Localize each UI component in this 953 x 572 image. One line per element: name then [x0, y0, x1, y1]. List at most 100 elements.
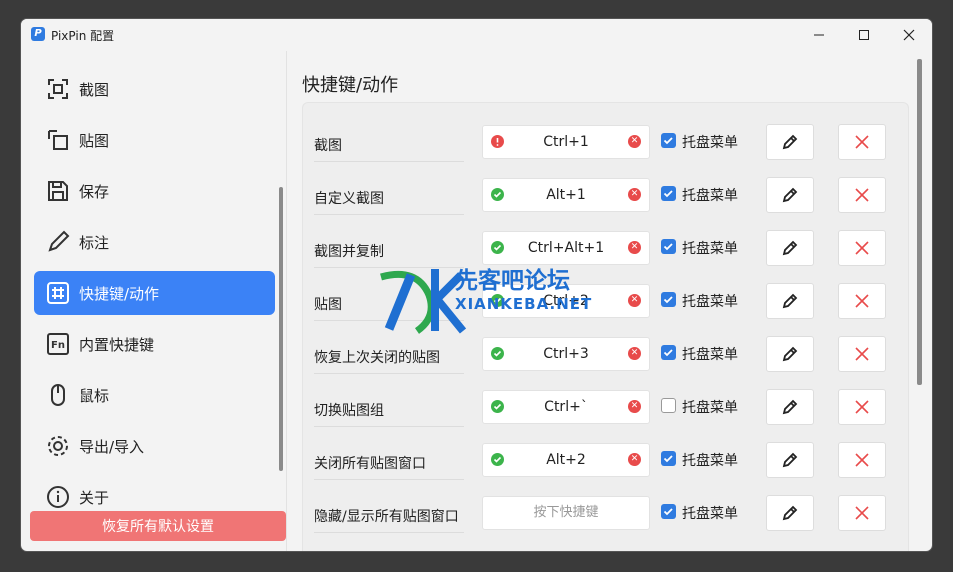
edit-action-button[interactable]: [766, 177, 814, 213]
tray-menu-checkbox[interactable]: [661, 186, 676, 201]
hotkey-row: 关闭所有贴图窗口 Alt+2 ✕ 托盘菜单: [302, 441, 902, 494]
pencil-icon: [782, 346, 798, 362]
hotkey-row: 自定义截图 Alt+1 ✕ 托盘菜单: [302, 176, 902, 229]
delete-action-button[interactable]: [838, 124, 886, 160]
sidebar-scrollbar[interactable]: [279, 187, 283, 471]
pencil-icon: [782, 399, 798, 415]
row-underline: [314, 479, 464, 480]
fn-icon: Fn: [45, 331, 71, 357]
hotkey-input[interactable]: 按下快捷键: [482, 496, 650, 530]
edit-action-button[interactable]: [766, 336, 814, 372]
settings-window: P PixPin 配置 截图 贴图 保存 标注 快捷键/动作 Fn 内置快捷键 …: [21, 19, 932, 551]
checkmark-icon: [663, 455, 673, 463]
edit-action-button[interactable]: [766, 230, 814, 266]
tray-menu-checkbox[interactable]: [661, 451, 676, 466]
row-underline: [314, 373, 464, 374]
edit-action-button[interactable]: [766, 495, 814, 531]
tray-menu-label: 托盘菜单: [682, 294, 738, 310]
close-icon: [903, 29, 915, 41]
sidebar-item-label: 快捷键/动作: [79, 284, 160, 303]
delete-action-button[interactable]: [838, 389, 886, 425]
sidebar-item-label: 截图: [79, 80, 110, 99]
sidebar-item-pin[interactable]: 贴图: [34, 118, 275, 162]
sidebar-item-save[interactable]: 保存: [34, 169, 275, 213]
tray-menu-label: 托盘菜单: [682, 188, 738, 204]
delete-action-button[interactable]: [838, 442, 886, 478]
tray-menu-checkbox[interactable]: [661, 292, 676, 307]
hotkey-value: Ctrl+1: [543, 134, 589, 150]
hotkey-input[interactable]: Ctrl+3 ✕: [482, 337, 650, 371]
watermark-url: XIANKEBA.NET: [455, 295, 593, 313]
row-underline: [314, 161, 464, 162]
hotkey-input[interactable]: Alt+1 ✕: [482, 178, 650, 212]
hotkey-input[interactable]: Ctrl+1 ✕: [482, 125, 650, 159]
sidebar-item-screenshot[interactable]: 截图: [34, 67, 275, 111]
sidebar-item-label: 鼠标: [79, 386, 110, 405]
edit-action-button[interactable]: [766, 124, 814, 160]
delete-action-button[interactable]: [838, 283, 886, 319]
hotkey-value: Ctrl+`: [544, 399, 588, 415]
hotkey-action-label: 关闭所有贴图窗口: [314, 456, 426, 472]
delete-action-button[interactable]: [838, 177, 886, 213]
hotkey-input[interactable]: Ctrl+` ✕: [482, 390, 650, 424]
tray-menu-label: 托盘菜单: [682, 347, 738, 363]
page-title: 快捷键/动作: [302, 75, 399, 96]
info-icon: [45, 484, 71, 510]
hotkey-input[interactable]: Alt+2 ✕: [482, 443, 650, 477]
minimize-icon: [814, 34, 824, 36]
window-title: PixPin 配置: [51, 29, 115, 43]
svg-text:Fn: Fn: [51, 340, 65, 351]
hotkey-row: 隐藏/显示所有贴图窗口 按下快捷键 托盘菜单: [302, 494, 902, 547]
sidebar-item-mouse[interactable]: 鼠标: [34, 373, 275, 417]
save-icon: [45, 178, 71, 204]
hotkey-action-label: 自定义截图: [314, 191, 384, 207]
hotkey-placeholder: 按下快捷键: [533, 505, 599, 520]
pin-icon: [45, 127, 71, 153]
clear-hotkey-icon[interactable]: ✕: [628, 135, 641, 148]
tray-menu-checkbox[interactable]: [661, 345, 676, 360]
pencil-icon: [782, 505, 798, 521]
pen-icon: [45, 229, 71, 255]
sidebar-item-export-import[interactable]: 导出/导入: [34, 424, 275, 468]
mouse-icon: [45, 382, 71, 408]
close-button[interactable]: [886, 19, 932, 51]
tray-menu-checkbox[interactable]: [661, 239, 676, 254]
sidebar-item-hotkeys[interactable]: 快捷键/动作: [34, 271, 275, 315]
close-icon: [855, 400, 869, 414]
delete-action-button[interactable]: [838, 336, 886, 372]
close-icon: [855, 135, 869, 149]
clear-hotkey-icon[interactable]: ✕: [628, 188, 641, 201]
reset-defaults-button[interactable]: 恢复所有默认设置: [30, 511, 286, 541]
checkmark-icon: [663, 243, 673, 251]
clear-hotkey-icon[interactable]: ✕: [628, 400, 641, 413]
clear-hotkey-icon[interactable]: ✕: [628, 347, 641, 360]
screenshot-icon: [45, 76, 71, 102]
delete-action-button[interactable]: [838, 230, 886, 266]
tray-menu-label: 托盘菜单: [682, 506, 738, 522]
row-underline: [314, 532, 464, 533]
sidebar-item-builtin-hotkeys[interactable]: Fn 内置快捷键: [34, 322, 275, 366]
tray-menu-checkbox[interactable]: [661, 504, 676, 519]
hotkey-action-label: 隐藏/显示所有贴图窗口: [314, 509, 459, 525]
edit-action-button[interactable]: [766, 283, 814, 319]
tray-menu-label: 托盘菜单: [682, 453, 738, 469]
maximize-button[interactable]: [841, 19, 887, 51]
clear-hotkey-icon[interactable]: ✕: [628, 241, 641, 254]
checkmark-icon: [663, 296, 673, 304]
hotkey-action-label: 截图: [314, 138, 342, 154]
sidebar-item-annotate[interactable]: 标注: [34, 220, 275, 264]
tray-menu-label: 托盘菜单: [682, 400, 738, 416]
tray-menu-label: 托盘菜单: [682, 135, 738, 151]
clear-hotkey-icon[interactable]: ✕: [628, 453, 641, 466]
delete-action-button[interactable]: [838, 495, 886, 531]
clear-hotkey-icon[interactable]: ✕: [628, 294, 641, 307]
minimize-button[interactable]: [796, 19, 842, 51]
divider: [286, 51, 287, 551]
sidebar-item-label: 导出/导入: [79, 437, 145, 456]
edit-action-button[interactable]: [766, 389, 814, 425]
tray-menu-checkbox[interactable]: [661, 133, 676, 148]
edit-action-button[interactable]: [766, 442, 814, 478]
hotkey-row: 恢复上次关闭的贴图 Ctrl+3 ✕ 托盘菜单: [302, 335, 902, 388]
tray-menu-checkbox[interactable]: [661, 398, 676, 413]
main-scrollbar[interactable]: [917, 59, 922, 385]
